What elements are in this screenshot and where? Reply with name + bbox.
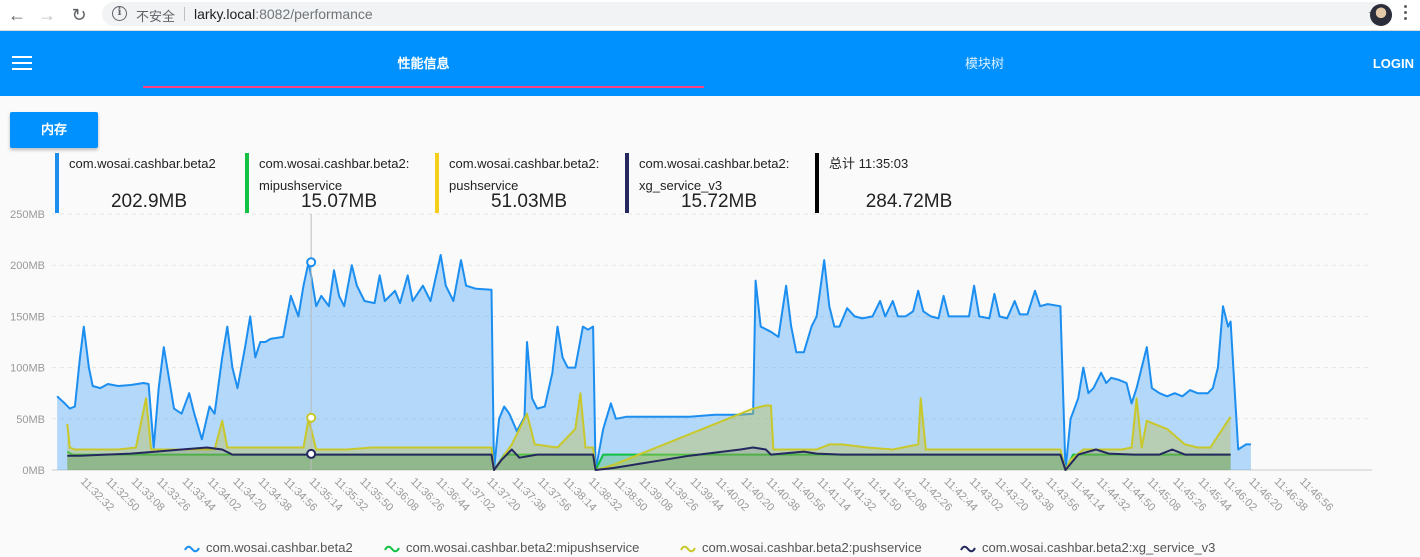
tab-module-tree[interactable]: 模块树: [704, 31, 1265, 96]
tab-active-indicator: [143, 86, 704, 88]
memory-button[interactable]: 内存: [10, 112, 98, 148]
series-area: [57, 255, 1251, 470]
url-path: :8082/performance: [255, 6, 373, 22]
security-status-label: 不安全: [136, 9, 176, 24]
y-tick-label: 150MB: [10, 311, 45, 323]
y-tick-label: 50MB: [16, 414, 45, 426]
legend-line-icon: [184, 545, 200, 553]
address-separator: [184, 7, 185, 21]
legend-item[interactable]: com.wosai.cashbar.beta2:mipushservice: [384, 540, 639, 556]
y-tick-label: 100MB: [10, 363, 45, 375]
stat-name: com.wosai.cashbar.beta2: [69, 156, 216, 171]
app-bar: 性能信息 模块树 LOGIN: [0, 31, 1420, 96]
info-icon[interactable]: i: [112, 6, 127, 21]
y-tick-label: 250MB: [10, 209, 45, 221]
browser-menu-icon[interactable]: [1404, 5, 1408, 23]
hover-marker: [306, 448, 317, 459]
legend-label: com.wosai.cashbar.beta2:mipushservice: [406, 540, 640, 555]
legend-label: com.wosai.cashbar.beta2: [206, 540, 353, 555]
forward-arrow-icon[interactable]: →: [34, 3, 60, 27]
legend-item[interactable]: com.wosai.cashbar.beta2: [184, 540, 353, 556]
legend-item[interactable]: com.wosai.cashbar.beta2:pushservice: [680, 540, 922, 556]
legend-label: com.wosai.cashbar.beta2:xg_service_v3: [982, 540, 1216, 555]
legend-line-icon: [960, 545, 976, 553]
legend-item[interactable]: com.wosai.cashbar.beta2:xg_service_v3: [960, 540, 1215, 556]
address-bar[interactable]: i 不安全 larky.local:8082/performance ☆: [102, 2, 1392, 26]
url-host: larky.local: [194, 6, 256, 22]
y-tick-label: 200MB: [10, 260, 45, 272]
y-tick-label: 0MB: [22, 465, 45, 477]
back-arrow-icon[interactable]: ←: [4, 3, 30, 27]
legend-line-icon: [680, 545, 696, 553]
hamburger-menu-icon[interactable]: [12, 56, 32, 71]
browser-toolbar: ← → ↻ i 不安全 larky.local:8082/performance…: [0, 0, 1420, 31]
reload-icon[interactable]: ↻: [66, 3, 92, 27]
legend-label: com.wosai.cashbar.beta2:pushservice: [702, 540, 922, 555]
hover-marker: [306, 412, 317, 423]
legend-line-icon: [384, 545, 400, 553]
hover-marker: [306, 257, 317, 268]
memory-area-chart[interactable]: 0MB50MB100MB150MB200MB250MB11:32:3211:32…: [0, 200, 1420, 535]
profile-avatar[interactable]: [1370, 4, 1392, 26]
stat-name: 总计 11:35:03: [829, 156, 909, 171]
login-button[interactable]: LOGIN: [1373, 31, 1414, 96]
url-text[interactable]: larky.local:8082/performance: [194, 6, 373, 22]
